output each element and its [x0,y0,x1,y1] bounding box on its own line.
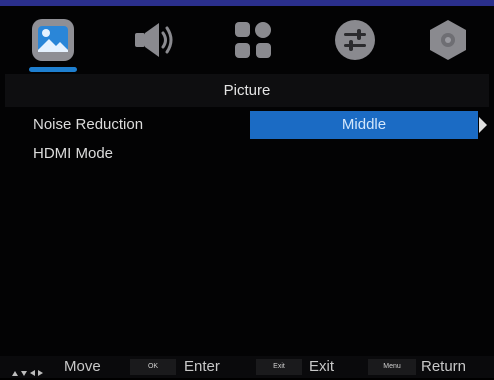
menu-list: Noise Reduction Middle HDMI Mode [5,108,489,352]
menu-item-label: Noise Reduction [33,116,144,133]
tab-channel[interactable] [229,16,277,64]
footer-hints: Move OK Enter Exit Exit Menu Return [0,356,494,378]
ok-key-icon: OK [130,359,176,375]
menu-item-label: HDMI Mode [33,145,114,162]
enter-hint-label: Enter [184,358,220,375]
arrow-keys-icon [12,363,46,380]
exit-hint-label: Exit [309,358,335,375]
hexagon-icon [430,20,466,60]
menu-tab-bar [0,6,494,74]
picture-icon [32,19,74,61]
speaker-icon [135,23,173,57]
tab-settings[interactable] [331,16,379,64]
menu-item-noise-reduction[interactable]: Noise Reduction Middle [5,111,489,139]
tab-lock[interactable] [424,16,472,64]
page-title: Picture [5,74,489,107]
tab-picture[interactable] [29,16,77,64]
tab-sound[interactable] [129,16,177,64]
chevron-right-icon[interactable] [479,117,487,133]
tv-menu-screen: Picture Noise Reduction Middle HDMI Mode… [0,0,494,378]
grid-icon [235,22,271,58]
return-hint-label: Return [421,358,467,375]
active-tab-indicator [29,67,77,72]
sliders-icon [335,20,375,60]
menu-key-icon: Menu [368,359,416,375]
menu-item-value[interactable]: Middle [250,111,478,139]
menu-item-hdmi-mode[interactable]: HDMI Mode [5,140,489,168]
move-hint-label: Move [64,358,101,375]
exit-key-icon: Exit [256,359,302,375]
